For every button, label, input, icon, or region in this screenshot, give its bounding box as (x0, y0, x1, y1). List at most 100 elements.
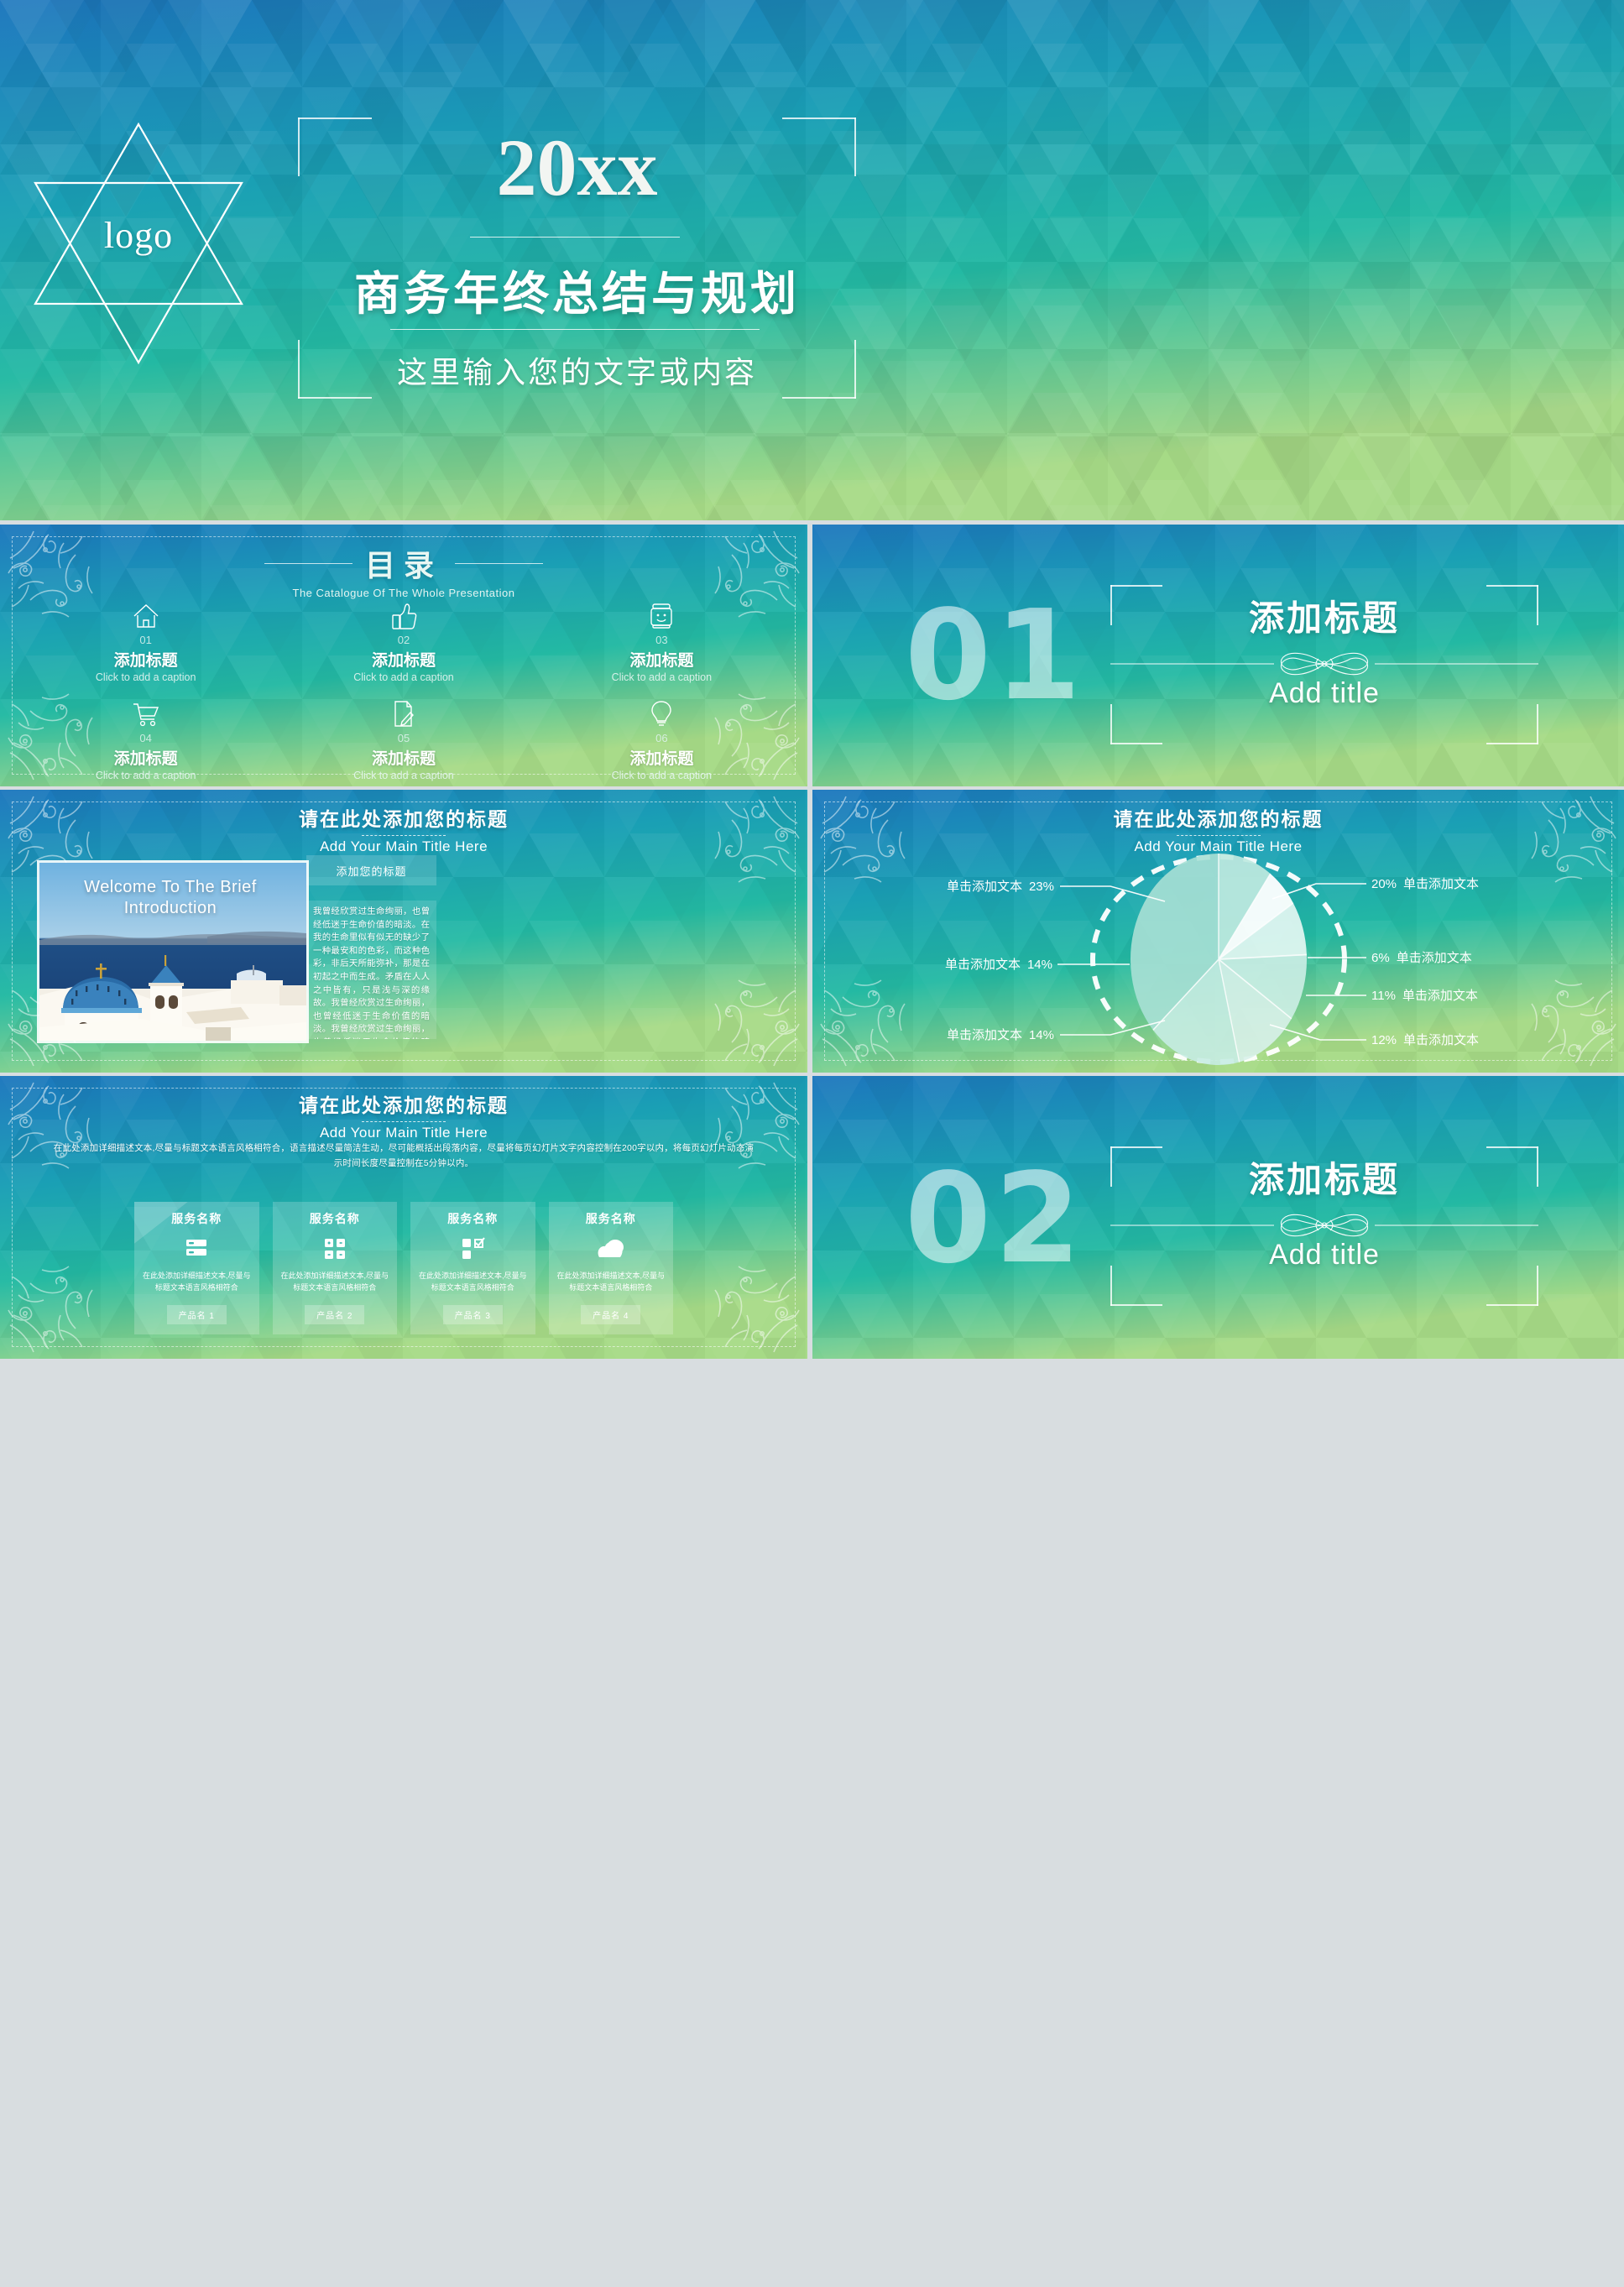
catalogue-subtitle: The Catalogue Of The Whole Presentation (292, 587, 515, 599)
heading-chinese: 请在此处添加您的标题 (1113, 808, 1324, 830)
catalogue-item-02[interactable]: 02 添加标题 Click to add a caption (274, 598, 532, 683)
service-description: 在此处添加详细描述文本,尽量与标题文本语言风格相符合 (419, 1271, 527, 1292)
catalogue-item-04[interactable]: 04 添加标题 Click to add a caption (17, 697, 274, 781)
pie-value: 14% (1027, 958, 1052, 972)
catalogue-item-caption: Click to add a caption (611, 671, 713, 683)
service-card-3[interactable]: 服务名称 在此处添加详细描述文本,尽量与标题文本语言风格相符合 产品名 3 (410, 1202, 535, 1334)
catalogue-number: 02 (397, 634, 410, 646)
catalogue-item-caption: Click to add a caption (611, 770, 713, 781)
service-card-1[interactable]: 服务名称 在此处添加详细描述文本,尽量与标题文本语言风格相符合 产品名 1 (134, 1202, 259, 1334)
cover-rule-bottom (390, 329, 760, 330)
catalogue-item-caption: Click to add a caption (353, 671, 454, 683)
section-number: 02 (905, 1146, 1084, 1291)
catalogue-item-title: 添加标题 (371, 652, 436, 670)
logo-text: logo (103, 215, 174, 256)
catalogue-title: 目录 (264, 541, 544, 585)
pie-callout-left-3: 单击添加文本 14% (947, 1028, 1054, 1042)
pie-value: 6% (1371, 951, 1390, 965)
heading-divider (362, 835, 446, 836)
service-name: 服务名称 (309, 1212, 360, 1225)
slide-deck-sheet: logo 20xx 商务年终总结与规划 这里输入您的文字或内容 目录 The C… (0, 0, 1624, 2287)
section-title: 添加标题 (1248, 1160, 1400, 1199)
service-button[interactable]: 产品名 2 (305, 1305, 365, 1324)
pie-label: 单击添加文本 (1403, 1033, 1479, 1047)
pie-label: 单击添加文本 (1397, 951, 1472, 965)
server-icon (184, 1232, 209, 1266)
pie-value: 11% (1371, 989, 1396, 1003)
catalogue-item-title: 添加标题 (629, 652, 694, 670)
pie-value: 14% (1029, 1028, 1054, 1042)
home-icon (17, 598, 274, 630)
services-card-list: 服务名称 在此处添加详细描述文本,尽量与标题文本语言风格相符合 产品名 1 服务… (134, 1202, 673, 1334)
pie-value: 20% (1371, 877, 1397, 891)
lightbulb-icon (533, 697, 791, 728)
heading-divider (362, 1121, 446, 1122)
document-edit-icon (274, 697, 532, 728)
catalogue-item-06[interactable]: 06 添加标题 Click to add a caption (533, 697, 791, 781)
heading-chinese: 请在此处添加您的标题 (299, 808, 509, 830)
pie-label: 单击添加文本 (947, 880, 1022, 894)
catalogue-item-01[interactable]: 01 添加标题 Click to add a caption (17, 598, 274, 683)
catalogue-grid: 01 添加标题 Click to add a caption 02 添加标题 C… (17, 598, 791, 781)
catalogue-number: 05 (397, 732, 410, 744)
slide-heading: 请在此处添加您的标题 Add Your Main Title Here (0, 1089, 807, 1141)
heading-english: Add Your Main Title Here (319, 1125, 488, 1141)
catalogue-number: 04 (139, 732, 152, 744)
cover-rule-top (470, 237, 680, 238)
cover-year: 20xx (496, 123, 658, 212)
catalogue-item-05[interactable]: 05 添加标题 Click to add a caption (274, 697, 532, 781)
santorini-photo (37, 860, 309, 1043)
robot-face-icon (533, 598, 791, 630)
pie-callout-right-3: 11% 单击添加文本 (1371, 989, 1478, 1003)
service-card-2[interactable]: 服务名称 在此处添加详细描述文本,尽量与标题文本语言风格相符合 产品名 2 (272, 1202, 397, 1334)
calculator-icon (322, 1232, 347, 1266)
service-name: 服务名称 (171, 1212, 222, 1225)
service-description: 在此处添加详细描述文本,尽量与标题文本语言风格相符合 (556, 1271, 666, 1292)
service-description: 在此处添加详细描述文本,尽量与标题文本语言风格相符合 (280, 1271, 389, 1292)
pie-callout-left-1: 单击添加文本 23% (947, 880, 1054, 894)
pie-value: 12% (1371, 1033, 1397, 1047)
pie-callout-right-1: 20% 单击添加文本 (1371, 877, 1479, 891)
catalogue-number: 01 (139, 634, 152, 646)
service-button[interactable]: 产品名 1 (166, 1305, 227, 1324)
service-button[interactable]: 产品名 3 (442, 1305, 503, 1324)
slide-heading: 请在此处添加您的标题 Add Your Main Title Here (812, 803, 1624, 855)
pie-callout-right-2: 6% 单击添加文本 (1371, 951, 1472, 965)
catalogue-item-caption: Click to add a caption (353, 770, 454, 781)
pie-value: 23% (1029, 880, 1054, 894)
service-name: 服务名称 (585, 1212, 636, 1225)
pie-label: 单击添加文本 (1402, 989, 1478, 1003)
heading-english: Add Your Main Title Here (319, 838, 488, 854)
bow-divider-icon (1110, 1209, 1539, 1242)
pie-label: 单击添加文本 (1403, 877, 1479, 891)
section-number: 01 (905, 583, 1084, 728)
slide-services[interactable]: 请在此处添加您的标题 Add Your Main Title Here 在此处添… (0, 1076, 807, 1359)
catalogue-item-03[interactable]: 03 添加标题 Click to add a caption (533, 598, 791, 683)
thumbs-up-icon (274, 598, 532, 630)
services-paragraph: 在此处添加详细描述文本,尽量与标题文本语言风格相符合，语言描述尽量简洁生动，尽可… (53, 1143, 755, 1168)
slide-catalogue[interactable]: 目录 The Catalogue Of The Whole Presentati… (0, 525, 807, 786)
slide-cover[interactable]: logo 20xx 商务年终总结与规划 这里输入您的文字或内容 (0, 0, 1624, 520)
service-card-4[interactable]: 服务名称 在此处添加详细描述文本,尽量与标题文本语言风格相符合 产品名 4 (548, 1202, 673, 1334)
slide-section-02[interactable]: 02 添加标题 Add title (812, 1076, 1624, 1359)
bow-divider-icon (1110, 647, 1539, 681)
service-name: 服务名称 (447, 1212, 499, 1225)
catalogue-number: 06 (655, 732, 668, 744)
catalogue-header: 目录 The Catalogue Of The Whole Presentati… (0, 541, 807, 599)
catalogue-item-title: 添加标题 (113, 750, 178, 768)
heading-chinese: 请在此处添加您的标题 (299, 1094, 509, 1116)
slide-heading: 请在此处添加您的标题 Add Your Main Title Here (0, 803, 807, 855)
section-title: 添加标题 (1248, 598, 1400, 638)
slide-pie-chart[interactable]: 请在此处添加您的标题 Add Your Main Title Here 20% … (812, 790, 1624, 1073)
slide-section-01[interactable]: 01 添加标题 Add title (812, 525, 1624, 786)
service-button[interactable]: 产品名 4 (581, 1305, 641, 1324)
pie-callout-left-2: 单击添加文本 14% (945, 958, 1052, 972)
pie-chart: 20% 单击添加文本 6% 单击添加文本 11% 单击添加文本 12% 单击添加文本 单… (812, 848, 1624, 1071)
panel-body-text: 我曾经欣赏过生命绚丽，也曾经低迷于生命价值的暗淡。在我的生命里似有似无的缺少了一… (306, 901, 436, 1039)
pie-label: 单击添加文本 (947, 1028, 1022, 1042)
slide-introduction[interactable]: 请在此处添加您的标题 Add Your Main Title Here Welc… (0, 790, 807, 1073)
service-description: 在此处添加详细描述文本,尽量与标题文本语言风格相符合 (143, 1271, 251, 1292)
catalogue-item-caption: Click to add a caption (95, 770, 196, 781)
catalogue-item-title: 添加标题 (371, 750, 436, 768)
catalogue-item-title: 添加标题 (629, 750, 694, 768)
